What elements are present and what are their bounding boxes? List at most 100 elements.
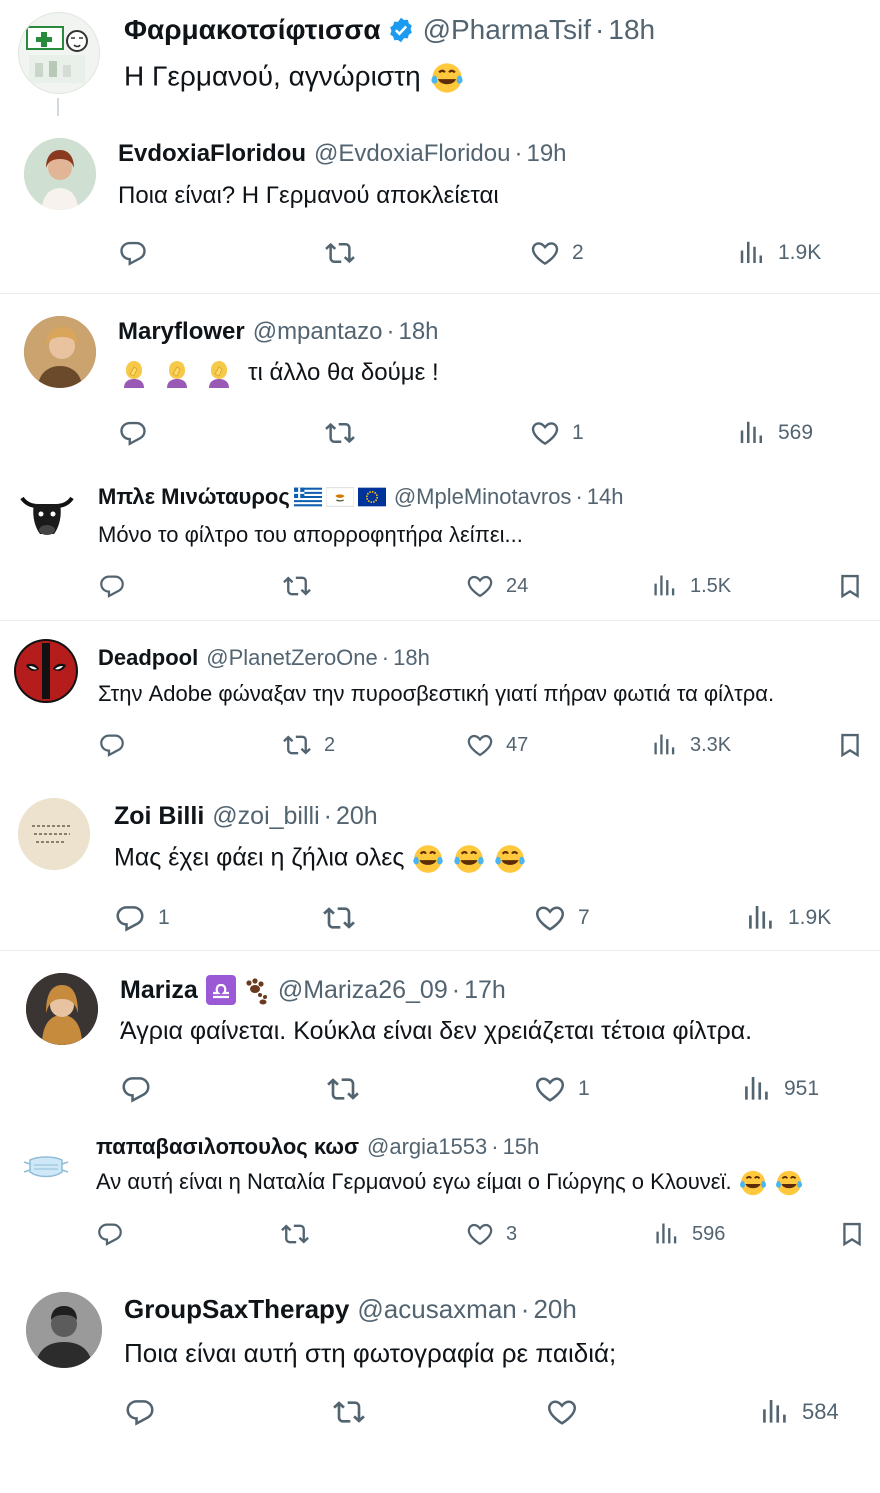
repost-count: 2 bbox=[324, 733, 336, 756]
like-count: 3 bbox=[506, 1222, 518, 1245]
like-count: 7 bbox=[578, 906, 590, 929]
like-button[interactable]: 7 bbox=[534, 902, 590, 934]
reply-icon bbox=[98, 572, 126, 600]
reply-icon bbox=[114, 902, 146, 934]
timestamp[interactable]: 18h bbox=[608, 14, 655, 46]
avatar-pharmatsif[interactable] bbox=[18, 12, 100, 94]
like-button[interactable]: 2 bbox=[530, 238, 584, 268]
repost-button[interactable] bbox=[324, 418, 356, 448]
reply-icon bbox=[118, 418, 148, 448]
repost-button[interactable] bbox=[326, 1073, 360, 1105]
views-button[interactable]: 1.5K bbox=[650, 572, 731, 600]
bookmark-button[interactable] bbox=[836, 572, 864, 600]
user-handle[interactable]: @PlanetZeroOne bbox=[206, 645, 378, 671]
user-handle[interactable]: @Mariza26_09 bbox=[278, 976, 448, 1005]
reply-tweet[interactable]: Deadpool @PlanetZeroOne · 18h Στην Adobe… bbox=[0, 621, 880, 781]
display-name[interactable]: EvdoxiaFloridou bbox=[118, 140, 306, 168]
reply-tweet[interactable]: Maryflower @mpantazo · 18h τι άλλο θα δο… bbox=[0, 294, 880, 458]
like-icon bbox=[534, 1073, 566, 1105]
reply-button[interactable] bbox=[96, 1220, 124, 1248]
display-name[interactable]: Maryflower bbox=[118, 318, 245, 346]
views-button[interactable]: 1.9K bbox=[736, 238, 821, 268]
reply-button[interactable]: 1 bbox=[114, 902, 170, 934]
reply-button[interactable] bbox=[98, 572, 126, 600]
user-handle[interactable]: @zoi_billi bbox=[212, 802, 319, 831]
timestamp[interactable]: 18h bbox=[393, 645, 430, 671]
display-name[interactable]: GroupSaxTherapy bbox=[124, 1294, 349, 1325]
user-handle[interactable]: @EvdoxiaFloridou bbox=[314, 140, 510, 168]
repost-button[interactable] bbox=[322, 902, 356, 934]
display-name[interactable]: Mariza bbox=[120, 976, 198, 1005]
like-button[interactable] bbox=[546, 1396, 578, 1428]
reply-tweet[interactable]: Zoi Billi @zoi_billi · 20h Μας έχει φάει… bbox=[0, 782, 880, 950]
reply-button[interactable] bbox=[118, 238, 148, 268]
reply-button[interactable] bbox=[124, 1396, 156, 1428]
bookmark-icon bbox=[838, 1220, 866, 1248]
separator-dot: · bbox=[323, 802, 332, 830]
display-name[interactable]: Zoi Billi bbox=[114, 802, 204, 831]
user-handle[interactable]: @MpleMinotavros bbox=[394, 484, 572, 510]
repost-button[interactable] bbox=[324, 238, 356, 268]
timestamp[interactable]: 15h bbox=[503, 1134, 540, 1160]
reply-button[interactable] bbox=[98, 731, 126, 759]
bookmark-button[interactable] bbox=[838, 1220, 866, 1248]
user-handle[interactable]: @acusaxman bbox=[357, 1294, 516, 1325]
repost-button[interactable] bbox=[282, 572, 312, 600]
avatar-evdoxia[interactable] bbox=[24, 138, 96, 210]
avatar-argia[interactable] bbox=[20, 1140, 72, 1192]
timestamp[interactable]: 18h bbox=[398, 318, 438, 346]
separator-dot: · bbox=[575, 484, 583, 509]
timestamp[interactable]: 20h bbox=[336, 802, 378, 831]
display-name[interactable]: Φαρμακοτσίφτισσα bbox=[124, 14, 381, 46]
display-name[interactable]: παπαβασιλοπουλος κωσ bbox=[96, 1134, 359, 1160]
views-icon bbox=[758, 1396, 790, 1428]
views-button[interactable]: 3.3K bbox=[650, 731, 731, 759]
repost-icon bbox=[280, 1220, 310, 1248]
repost-button[interactable]: 2 bbox=[282, 731, 335, 759]
like-button[interactable]: 1 bbox=[534, 1073, 590, 1105]
repost-button[interactable] bbox=[332, 1396, 366, 1428]
avatar-minotavros[interactable] bbox=[16, 484, 78, 546]
avatar-deadpool[interactable] bbox=[14, 639, 78, 703]
reply-tweet[interactable]: παπαβασιλοπουλος κωσ @argia1553 · 15h Αν… bbox=[0, 1120, 880, 1270]
bookmark-button[interactable] bbox=[836, 731, 864, 759]
views-count: 1.5K bbox=[690, 574, 732, 597]
timestamp[interactable]: 17h bbox=[464, 976, 506, 1005]
user-handle[interactable]: @PharmaTsif bbox=[423, 14, 591, 46]
display-name[interactable]: Deadpool bbox=[98, 645, 198, 671]
reply-tweet[interactable]: EvdoxiaFloridou @EvdoxiaFloridou · 19h Π… bbox=[0, 120, 880, 293]
tweet-header: GroupSaxTherapy @acusaxman · 20h bbox=[124, 1294, 577, 1325]
root-tweet[interactable]: Φαρμακοτσίφτισσα @PharmaTsif · 18h Η Γερ… bbox=[0, 0, 880, 120]
timestamp[interactable]: 19h bbox=[526, 140, 566, 168]
like-icon bbox=[530, 238, 560, 268]
avatar-maryflower[interactable] bbox=[24, 316, 96, 388]
views-button[interactable]: 584 bbox=[758, 1396, 839, 1428]
views-icon bbox=[744, 902, 776, 934]
face-mask-icon bbox=[23, 1156, 69, 1178]
reply-tweet[interactable]: GroupSaxTherapy @acusaxman · 20h Ποια εί… bbox=[0, 1272, 880, 1452]
views-button[interactable]: 569 bbox=[736, 418, 813, 448]
thread-line bbox=[57, 98, 59, 116]
repost-button[interactable] bbox=[280, 1220, 310, 1248]
avatar-mariza[interactable] bbox=[26, 973, 98, 1045]
like-button[interactable]: 1 bbox=[530, 418, 584, 448]
like-button[interactable]: 47 bbox=[466, 731, 528, 759]
avatar-groupsaxtherapy[interactable] bbox=[26, 1292, 102, 1368]
like-button[interactable]: 24 bbox=[466, 572, 528, 600]
reply-tweet[interactable]: Mariza @Mariza26_09 · 17h Άγρια φαίνεται… bbox=[0, 951, 880, 1116]
like-count: 2 bbox=[572, 241, 584, 264]
display-name[interactable]: Μπλε Μινώταυρος bbox=[98, 484, 290, 510]
views-button[interactable]: 1.9K bbox=[744, 902, 831, 934]
like-button[interactable]: 3 bbox=[466, 1220, 517, 1248]
reply-button[interactable] bbox=[120, 1073, 152, 1105]
timestamp[interactable]: 20h bbox=[533, 1294, 576, 1325]
timestamp[interactable]: 14h bbox=[587, 484, 624, 510]
avatar-zoi-billi[interactable] bbox=[18, 798, 90, 870]
reply-tweet[interactable]: Μπλε Μινώταυρος @MpleMinotavros · 14h Μό… bbox=[0, 470, 880, 620]
views-button[interactable]: 951 bbox=[740, 1073, 819, 1105]
facepalm-emoji-icon bbox=[161, 358, 193, 390]
views-button[interactable]: 596 bbox=[652, 1220, 725, 1248]
user-handle[interactable]: @mpantazo bbox=[253, 318, 383, 346]
user-handle[interactable]: @argia1553 bbox=[367, 1134, 487, 1160]
reply-button[interactable] bbox=[118, 418, 148, 448]
